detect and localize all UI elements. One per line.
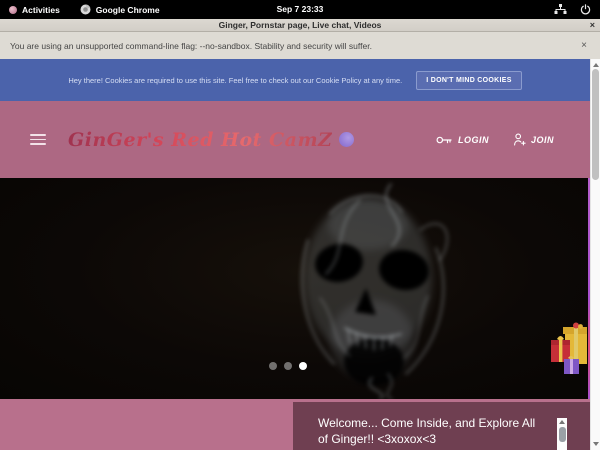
scrollbar-down-arrow[interactable] [591,438,600,449]
carousel-dot-1[interactable] [269,362,277,370]
gift-boxes-image [549,322,587,378]
carousel-dot-2[interactable] [284,362,292,370]
desktop-screen: Activities Google Chrome Sep 7 23:33 [0,0,600,450]
app-label: Google Chrome [96,5,160,15]
key-icon [436,135,453,145]
welcome-scrollbar[interactable] [557,418,567,450]
cookie-accept-button[interactable]: I DON'T MIND COOKIES [416,71,521,90]
activities-orb-icon [9,6,17,14]
user-plus-icon [513,133,526,146]
cookie-notice-bar: Hey there! Cookies are required to use t… [0,59,590,101]
web-page: Hey there! Cookies are required to use t… [0,59,600,450]
cookie-message: Hey there! Cookies are required to use t… [68,76,402,85]
menu-icon[interactable] [30,134,46,145]
hero-carousel [0,178,590,399]
login-label: LOGIN [458,135,489,145]
login-button[interactable]: LOGIN [436,135,489,145]
moon-icon [339,132,354,147]
welcome-box: Welcome... Come Inside, and Explore All … [293,402,590,450]
window-close-button[interactable]: × [590,19,595,31]
welcome-text: Welcome... Come Inside, and Explore All … [318,416,535,446]
infobar-message: You are using an unsupported command-lin… [10,41,372,51]
power-icon[interactable] [580,4,591,15]
page-bottom-band: Welcome... Come Inside, and Explore All … [0,399,600,450]
welcome-scrollbar-thumb[interactable] [559,427,566,442]
carousel-dot-3[interactable] [299,362,307,370]
window-titlebar[interactable]: Ginger, Pornstar page, Live chat, Videos… [0,19,600,32]
site-logo[interactable]: GinGer's Red Hot CamZ [68,129,354,151]
window-title: Ginger, Pornstar page, Live chat, Videos [219,20,382,30]
carousel-dots [269,362,307,370]
join-label: JOIN [531,135,554,145]
activities-button[interactable]: Activities [9,5,60,15]
page-scrollbar-thumb[interactable] [592,69,599,180]
chrome-infobar: You are using an unsupported command-lin… [0,32,600,59]
clock[interactable]: Sep 7 23:33 [277,0,324,19]
join-button[interactable]: JOIN [513,133,554,146]
scroll-up-icon[interactable] [557,418,567,426]
gnome-top-bar: Activities Google Chrome Sep 7 23:33 [0,0,600,19]
activities-label: Activities [22,5,60,15]
appmenu-google-chrome[interactable]: Google Chrome [80,4,160,15]
site-header: GinGer's Red Hot CamZ LOGIN [0,101,600,178]
page-scrollbar[interactable] [590,59,600,450]
network-icon[interactable] [554,4,567,15]
logo-text: GinGer's Red Hot CamZ [68,129,332,151]
chrome-icon [80,4,91,15]
infobar-close-button[interactable]: × [581,40,587,51]
